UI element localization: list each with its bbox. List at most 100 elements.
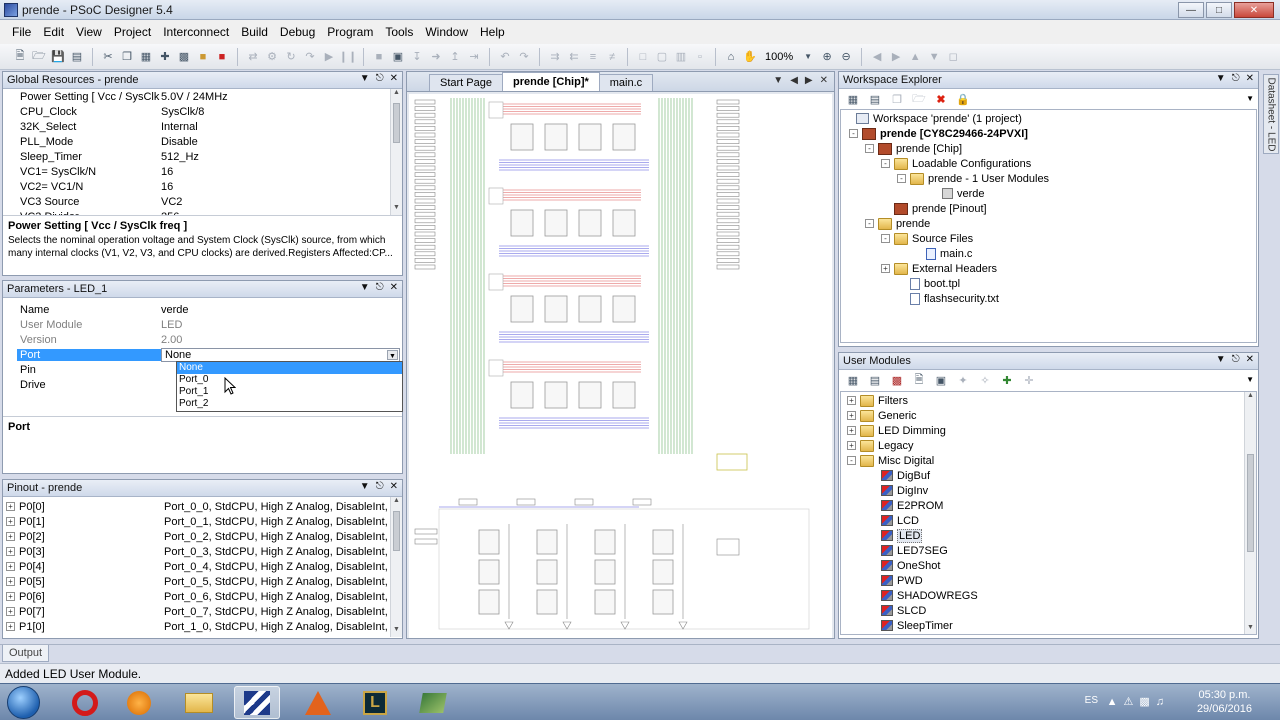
resource-row[interactable]: CPU_Clock SysClk/8 [3, 104, 402, 119]
port-option-port1[interactable]: Port_1 [177, 386, 402, 398]
resource-value[interactable]: 16 [161, 166, 402, 178]
expand-icon[interactable]: + [6, 592, 15, 601]
step-icon[interactable]: ↷ [302, 49, 318, 65]
pan-hand-icon[interactable]: ✋ [742, 49, 758, 65]
save-icon[interactable]: 💾 [50, 49, 66, 65]
panel-menu-icon[interactable]: ▼ [360, 73, 370, 84]
resource-value[interactable]: 16 [161, 181, 402, 193]
module-category[interactable]: - Misc Digital [841, 453, 1256, 468]
menu-help[interactable]: Help [474, 25, 511, 39]
resource-value[interactable]: SysClk/8 [161, 106, 402, 118]
nav-down-icon[interactable]: ▼ [926, 49, 942, 65]
resource-row[interactable]: VC1= SysClk/N 16 [3, 164, 402, 179]
build-icon[interactable]: ■ [214, 49, 230, 65]
language-indicator[interactable]: ES [1085, 695, 1098, 706]
module-category[interactable]: + Legacy [841, 438, 1256, 453]
nav-back-icon[interactable]: ◀ [869, 49, 885, 65]
user-module-item[interactable]: MUX [841, 633, 1256, 634]
port-option-none[interactable]: None [177, 362, 402, 374]
remove-module-icon[interactable]: ✛ [1021, 373, 1037, 389]
cut-icon[interactable]: ✂ [100, 49, 116, 65]
parameter-value[interactable]: LED [161, 319, 402, 331]
parameter-value[interactable]: verde [161, 304, 402, 316]
reset-icon[interactable]: ↻ [283, 49, 299, 65]
workspace-tree-item[interactable]: Workspace 'prende' (1 project) [841, 111, 1256, 126]
home-icon[interactable]: ⌂ [723, 49, 739, 65]
panel-close-icon[interactable]: ✕ [390, 73, 398, 84]
chip-diagram[interactable] [409, 94, 832, 638]
toolbar-overflow-icon[interactable]: ▼ [1246, 94, 1254, 103]
datasheet-side-tab[interactable]: Datasheet - LED [1263, 74, 1279, 154]
filter-icon[interactable]: ✦ [955, 373, 971, 389]
pin-icon[interactable]: ⎋ [1232, 354, 1240, 365]
menu-file[interactable]: File [6, 25, 37, 39]
port-option-port0[interactable]: Port_0 [177, 374, 402, 386]
close-button[interactable]: ✕ [1234, 2, 1274, 18]
user-module-item[interactable]: SHADOWREGS [841, 588, 1256, 603]
port-option-port2[interactable]: Port_2 [177, 398, 402, 410]
lock-icon[interactable]: 🔒 [955, 91, 971, 107]
step-out-icon[interactable]: ↥ [447, 49, 463, 65]
expand-icon[interactable]: - [847, 456, 856, 465]
workspace-tree-item[interactable]: main.c [841, 246, 1256, 261]
output-tab[interactable]: Output [2, 645, 50, 662]
expand-icon[interactable]: - [865, 144, 874, 153]
menu-project[interactable]: Project [108, 25, 157, 39]
zoom-out-icon[interactable]: ⊖ [838, 49, 854, 65]
menu-edit[interactable]: Edit [37, 25, 70, 39]
program-icon[interactable]: ⚙ [264, 49, 280, 65]
expand-icon[interactable]: - [881, 234, 890, 243]
pause-icon[interactable]: ❙❙ [339, 49, 357, 65]
resource-value[interactable]: 5.0V / 24MHz [161, 91, 402, 103]
parameter-value[interactable]: 2.00 [161, 334, 402, 346]
zoom-in-icon[interactable]: ⊕ [819, 49, 835, 65]
new-file-icon[interactable]: 🗎 [12, 49, 28, 65]
copy-item-icon[interactable]: ❐ [889, 91, 905, 107]
user-module-item[interactable]: LCD [841, 513, 1256, 528]
stop-icon[interactable]: ■ [371, 49, 387, 65]
resource-row[interactable]: Power Setting [ Vcc / SysClk freq5.0V / … [3, 89, 402, 104]
menu-debug[interactable]: Debug [274, 25, 321, 39]
pinout-row[interactable]: + P0[5] Port_0_5, StdCPU, High Z Analog, D… [3, 574, 402, 589]
expand-icon[interactable]: + [6, 517, 15, 526]
expand-icon[interactable]: + [6, 607, 15, 616]
place-module-icon[interactable]: ✚ [157, 49, 173, 65]
user-module-item[interactable]: OneShot [841, 558, 1256, 573]
user-module-item[interactable]: SleepTimer [841, 618, 1256, 633]
expand-all-icon[interactable]: ▦ [845, 373, 861, 389]
catalog-icon[interactable]: ▩ [889, 373, 905, 389]
start-button[interactable] [7, 686, 40, 719]
bookmark-icon[interactable]: □ [635, 49, 651, 65]
taskbar-app[interactable] [410, 686, 456, 719]
collapse-all-icon[interactable]: ▤ [867, 373, 883, 389]
resource-value[interactable]: 512_Hz [161, 151, 402, 163]
zoom-level[interactable]: 100% [765, 51, 793, 63]
taskbar-media-player[interactable] [116, 686, 162, 719]
pinout-row[interactable]: + P0[6] Port_0_6, StdCPU, High Z Analog, D… [3, 589, 402, 604]
menu-tools[interactable]: Tools [379, 25, 419, 39]
save-all-icon[interactable]: ▤ [69, 49, 85, 65]
workspace-tree-item[interactable]: flashsecurity.txt [841, 291, 1256, 306]
tray-icons[interactable]: ▲⚠▩♫ [1107, 695, 1170, 708]
tab-close-icon[interactable]: ✕ [820, 75, 828, 86]
pin-icon[interactable]: ⎋ [1232, 73, 1240, 84]
user-module-item[interactable]: LED7SEG [841, 543, 1256, 558]
resource-row[interactable]: VC3 Source VC2 [3, 194, 402, 209]
workspace-tree-item[interactable]: verde [841, 186, 1256, 201]
tab-prev-icon[interactable]: ◀ [790, 75, 798, 86]
port-dropdown-list[interactable]: None Port_0 Port_1 Port_2 [176, 361, 403, 412]
bookmark-clear-icon[interactable]: ▫ [692, 49, 708, 65]
collapse-all-icon[interactable]: ▤ [867, 91, 883, 107]
panel-menu-icon[interactable]: ▼ [1216, 354, 1226, 365]
workspace-tree-item[interactable]: - Loadable Configurations [841, 156, 1256, 171]
expand-icon[interactable]: - [897, 174, 906, 183]
menu-view[interactable]: View [70, 25, 108, 39]
expand-icon[interactable]: + [6, 577, 15, 586]
resource-row[interactable]: VC2= VC1/N 16 [3, 179, 402, 194]
resource-row[interactable]: PLL_Mode Disable [3, 134, 402, 149]
tab-next-icon[interactable]: ▶ [805, 75, 813, 86]
uncomment-icon[interactable]: ≠ [604, 49, 620, 65]
bookmark-prev-icon[interactable]: ▥ [673, 49, 689, 65]
user-module-item[interactable]: DigBuf [841, 468, 1256, 483]
workspace-tree-item[interactable]: boot.tpl [841, 276, 1256, 291]
